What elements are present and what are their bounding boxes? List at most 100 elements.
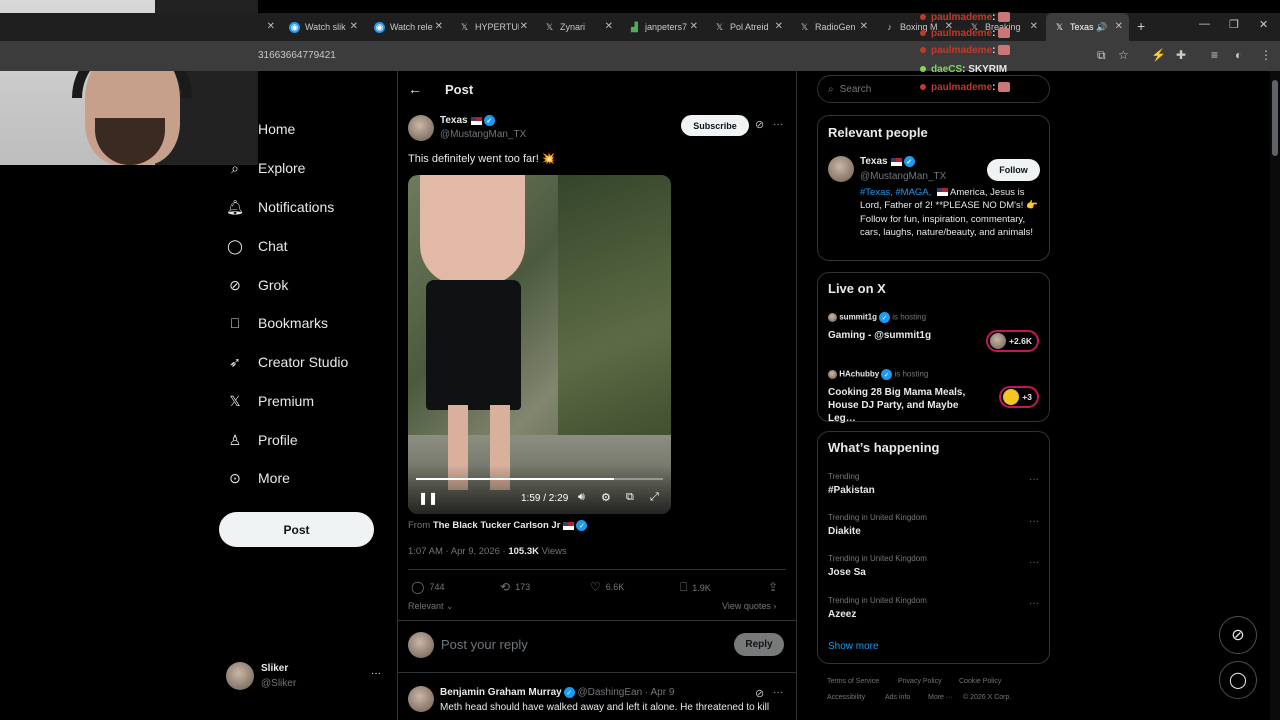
author-handle[interactable]: @MustangMan_TX <box>440 129 526 140</box>
close-tab-icon[interactable]: ✕ <box>520 21 528 32</box>
sort-dropdown[interactable]: Relevant ⌄ <box>408 601 454 612</box>
trend-name[interactable]: Azeez <box>828 609 856 620</box>
close-tab-icon[interactable]: ✕ <box>267 21 275 32</box>
trend-more-icon[interactable]: ··· <box>1029 557 1039 568</box>
browser-tab[interactable]: ◉ Watch slik ✕ <box>281 13 364 41</box>
close-tab-icon[interactable]: ✕ <box>435 21 443 32</box>
author-name-row[interactable]: Texas ✓ <box>440 115 495 126</box>
live-title[interactable]: Cooking 28 Big Mama Meals, House DJ Part… <box>828 386 988 425</box>
footer-link[interactable]: More ··· <box>928 694 953 701</box>
restore-button[interactable]: ❐ <box>1229 18 1239 31</box>
search-input[interactable]: ⌕ Search <box>817 75 1050 103</box>
video-progress-track[interactable] <box>416 478 663 480</box>
post-timestamp[interactable]: 1:07 AM · Apr 9, 2026 · <box>408 546 508 557</box>
trend-name[interactable]: #Pakistan <box>828 485 875 496</box>
grok-fab[interactable]: ⊘ <box>1219 616 1257 654</box>
close-tab-icon[interactable]: ✕ <box>605 21 613 32</box>
share-action[interactable]: ⇪ <box>768 580 783 594</box>
show-more-link[interactable]: Show more <box>828 641 879 652</box>
close-window-button[interactable]: ✕ <box>1259 18 1268 31</box>
minimize-button[interactable]: — <box>1199 18 1210 30</box>
comment-handle[interactable]: @DashingEan <box>578 687 643 698</box>
like-action[interactable]: ♡ 6.6K <box>590 580 624 594</box>
view-quotes-link[interactable]: View quotes › <box>722 601 776 611</box>
back-arrow-icon[interactable]: ← <box>408 81 422 97</box>
nav-creator-studio[interactable]: ➶ Creator Studio <box>226 350 348 374</box>
nav-more[interactable]: ⊙ More <box>226 466 290 490</box>
close-tab-icon[interactable]: ✕ <box>860 21 868 32</box>
nav-premium[interactable]: 𝕏 Premium <box>226 389 314 413</box>
volume-icon[interactable]: 🔊︎ <box>578 491 585 504</box>
video-player[interactable]: ❚❚ 1:59 / 2:29 🔊︎ ⚙ ⧉ ⤢ <box>408 175 671 514</box>
reply-input[interactable]: Post your reply <box>441 637 528 652</box>
browser-tab-active[interactable]: 𝕏 Texas 🔊 ✕ <box>1046 13 1129 41</box>
settings-icon[interactable]: ⚙ <box>601 491 611 504</box>
avatar[interactable] <box>828 156 854 182</box>
browser-tab[interactable]: 𝕏 RadioGen ✕ <box>791 13 874 41</box>
follow-button[interactable]: Follow <box>987 159 1040 181</box>
chat-fab[interactable]: ◯ <box>1219 661 1257 699</box>
browser-tab[interactable]: 𝕏 Zynari ✕ <box>536 13 619 41</box>
trend-name[interactable]: Jose Sa <box>828 567 866 578</box>
post-button[interactable]: Post <box>219 512 374 547</box>
browser-tab[interactable]: 𝕏 Pol Atreid ✕ <box>706 13 789 41</box>
live-title[interactable]: Gaming - @summit1g <box>828 330 931 341</box>
grok-icon[interactable]: ⊘ <box>755 687 764 700</box>
post-more-icon[interactable]: ··· <box>773 119 783 130</box>
listener-count-badge[interactable]: +3 <box>999 386 1039 408</box>
trend-more-icon[interactable]: ··· <box>1029 516 1039 527</box>
nav-home[interactable]: Home <box>226 117 295 141</box>
comment-avatar[interactable] <box>408 686 434 712</box>
nav-grok[interactable]: ⊘ Grok <box>226 273 288 297</box>
fullscreen-icon[interactable]: ⤢ <box>650 491 659 504</box>
author-avatar[interactable] <box>408 115 434 141</box>
pip-icon[interactable]: ⧉ <box>626 491 634 504</box>
nav-profile[interactable]: ♙ Profile <box>226 428 298 452</box>
person-name-row[interactable]: Texas ✓ <box>860 156 915 167</box>
scrollbar-thumb[interactable] <box>1272 80 1278 156</box>
speaker-icon[interactable]: 🔊 <box>1096 22 1107 33</box>
media-icon[interactable]: ≡ <box>1211 48 1218 62</box>
pause-icon[interactable]: ❚❚ <box>418 491 438 505</box>
close-tab-icon[interactable]: ✕ <box>690 21 698 32</box>
subscribe-button[interactable]: Subscribe <box>681 115 749 136</box>
bio-hashtags[interactable]: #Texas, #MAGA, <box>860 187 931 198</box>
host-name[interactable]: summit1g <box>839 313 877 322</box>
grok-icon[interactable]: ⊘ <box>755 118 764 131</box>
listener-count-badge[interactable]: +2.6K <box>986 330 1039 352</box>
comment-author[interactable]: Benjamin Graham Murray <box>440 687 562 698</box>
trend-more-icon[interactable]: ··· <box>1029 598 1039 609</box>
account-menu-icon[interactable]: ··· <box>371 668 381 679</box>
repost-action[interactable]: ⟲ 173 <box>500 580 530 594</box>
reply-button[interactable]: Reply <box>734 633 784 656</box>
browser-tab[interactable]: ▟ janpeters7 ✕ <box>621 13 704 41</box>
star-icon[interactable]: ☆ <box>1118 48 1129 62</box>
new-tab-button[interactable]: + <box>1137 18 1145 34</box>
close-tab-icon[interactable]: ✕ <box>775 21 783 32</box>
account-switcher[interactable]: Sliker @Sliker ··· <box>226 662 386 692</box>
footer-link[interactable]: Cookie Policy <box>959 678 1001 685</box>
host-name[interactable]: HAchubby <box>839 370 879 379</box>
browser-tab[interactable]: 𝕏 HYPERTUN✕ <box>451 13 534 41</box>
footer-link[interactable]: Ads info <box>885 694 910 701</box>
trend-more-icon[interactable]: ··· <box>1029 474 1039 485</box>
comment-more-icon[interactable]: ··· <box>773 687 783 698</box>
trend-name[interactable]: Diakite <box>828 526 861 537</box>
from-account-link[interactable]: The Black Tucker Carlson Jr <box>433 520 561 531</box>
browser-tab-partial[interactable]: ✕ <box>258 13 281 41</box>
person-handle[interactable]: @MustangMan_TX <box>860 171 946 182</box>
nav-chat[interactable]: ◯ Chat <box>226 234 287 258</box>
address-bar[interactable]: 31663664779421 <box>258 50 336 61</box>
close-tab-icon[interactable]: ✕ <box>350 21 358 32</box>
browser-menu-icon[interactable]: ⋮ <box>1260 48 1272 62</box>
footer-link[interactable]: Privacy Policy <box>898 678 942 685</box>
nav-notifications[interactable]: 🔔︎ Notifications <box>226 195 334 219</box>
puzzle-icon[interactable]: ✚ <box>1176 48 1186 62</box>
install-icon[interactable]: ⧉ <box>1097 48 1106 63</box>
nav-bookmarks[interactable]: ⎕ Bookmarks <box>226 311 328 335</box>
footer-link[interactable]: Terms of Service <box>827 678 879 685</box>
bookmark-action[interactable]: ⎕ 1.9K <box>680 580 711 595</box>
close-tab-icon[interactable]: ✕ <box>1115 21 1123 32</box>
scrollbar-track[interactable] <box>1270 71 1280 720</box>
nav-explore[interactable]: ⌕ Explore <box>226 156 305 180</box>
